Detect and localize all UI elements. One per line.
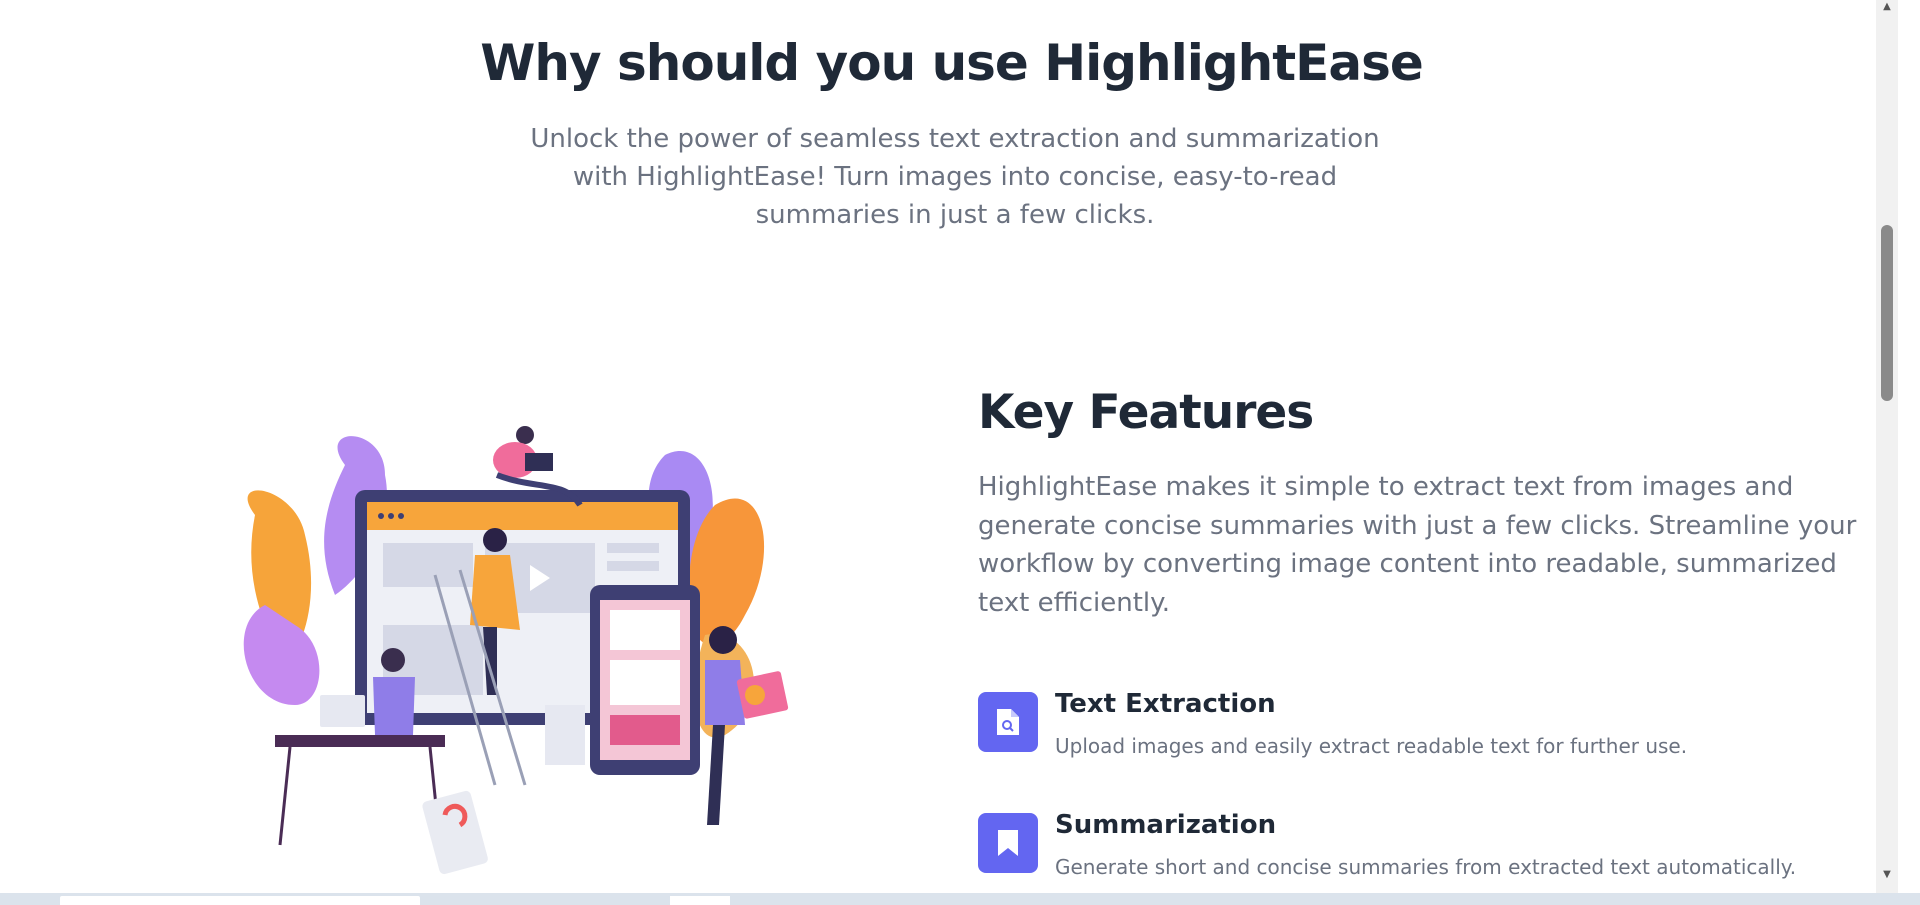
key-features-title: Key Features <box>978 385 1314 440</box>
hero-illustration <box>235 405 815 893</box>
bookmark-icon <box>978 813 1038 873</box>
window-bottom-bar <box>0 893 1920 905</box>
scroll-down-icon[interactable]: ▼ <box>1881 870 1893 880</box>
feature-text: Upload images and easily extract readabl… <box>1055 734 1688 758</box>
key-features-description: HighlightEase makes it simple to extract… <box>978 472 1857 618</box>
feature-name: Text Extraction <box>1055 689 1276 719</box>
feature-summarization: Summarization Generate short and concise… <box>978 810 1858 890</box>
hero-subtitle: Unlock the power of seamless text extrac… <box>530 124 1380 230</box>
document-search-icon <box>978 692 1038 752</box>
feature-name: Summarization <box>1055 810 1277 840</box>
feature-text-extraction: Text Extraction Upload images and easily… <box>978 689 1858 769</box>
feature-text: Generate short and concise summaries fro… <box>1055 855 1797 879</box>
scrollbar-thumb[interactable] <box>1881 225 1893 401</box>
vertical-scrollbar[interactable]: ▲ ▼ <box>1876 0 1898 893</box>
page-content: Why should you use HighlightEase Unlock … <box>5 0 1898 893</box>
bottom-tab[interactable] <box>60 896 420 905</box>
scroll-up-icon[interactable]: ▲ <box>1881 2 1893 12</box>
hero-title: Why should you use HighlightEase <box>480 34 1424 92</box>
bottom-segment <box>670 896 730 905</box>
